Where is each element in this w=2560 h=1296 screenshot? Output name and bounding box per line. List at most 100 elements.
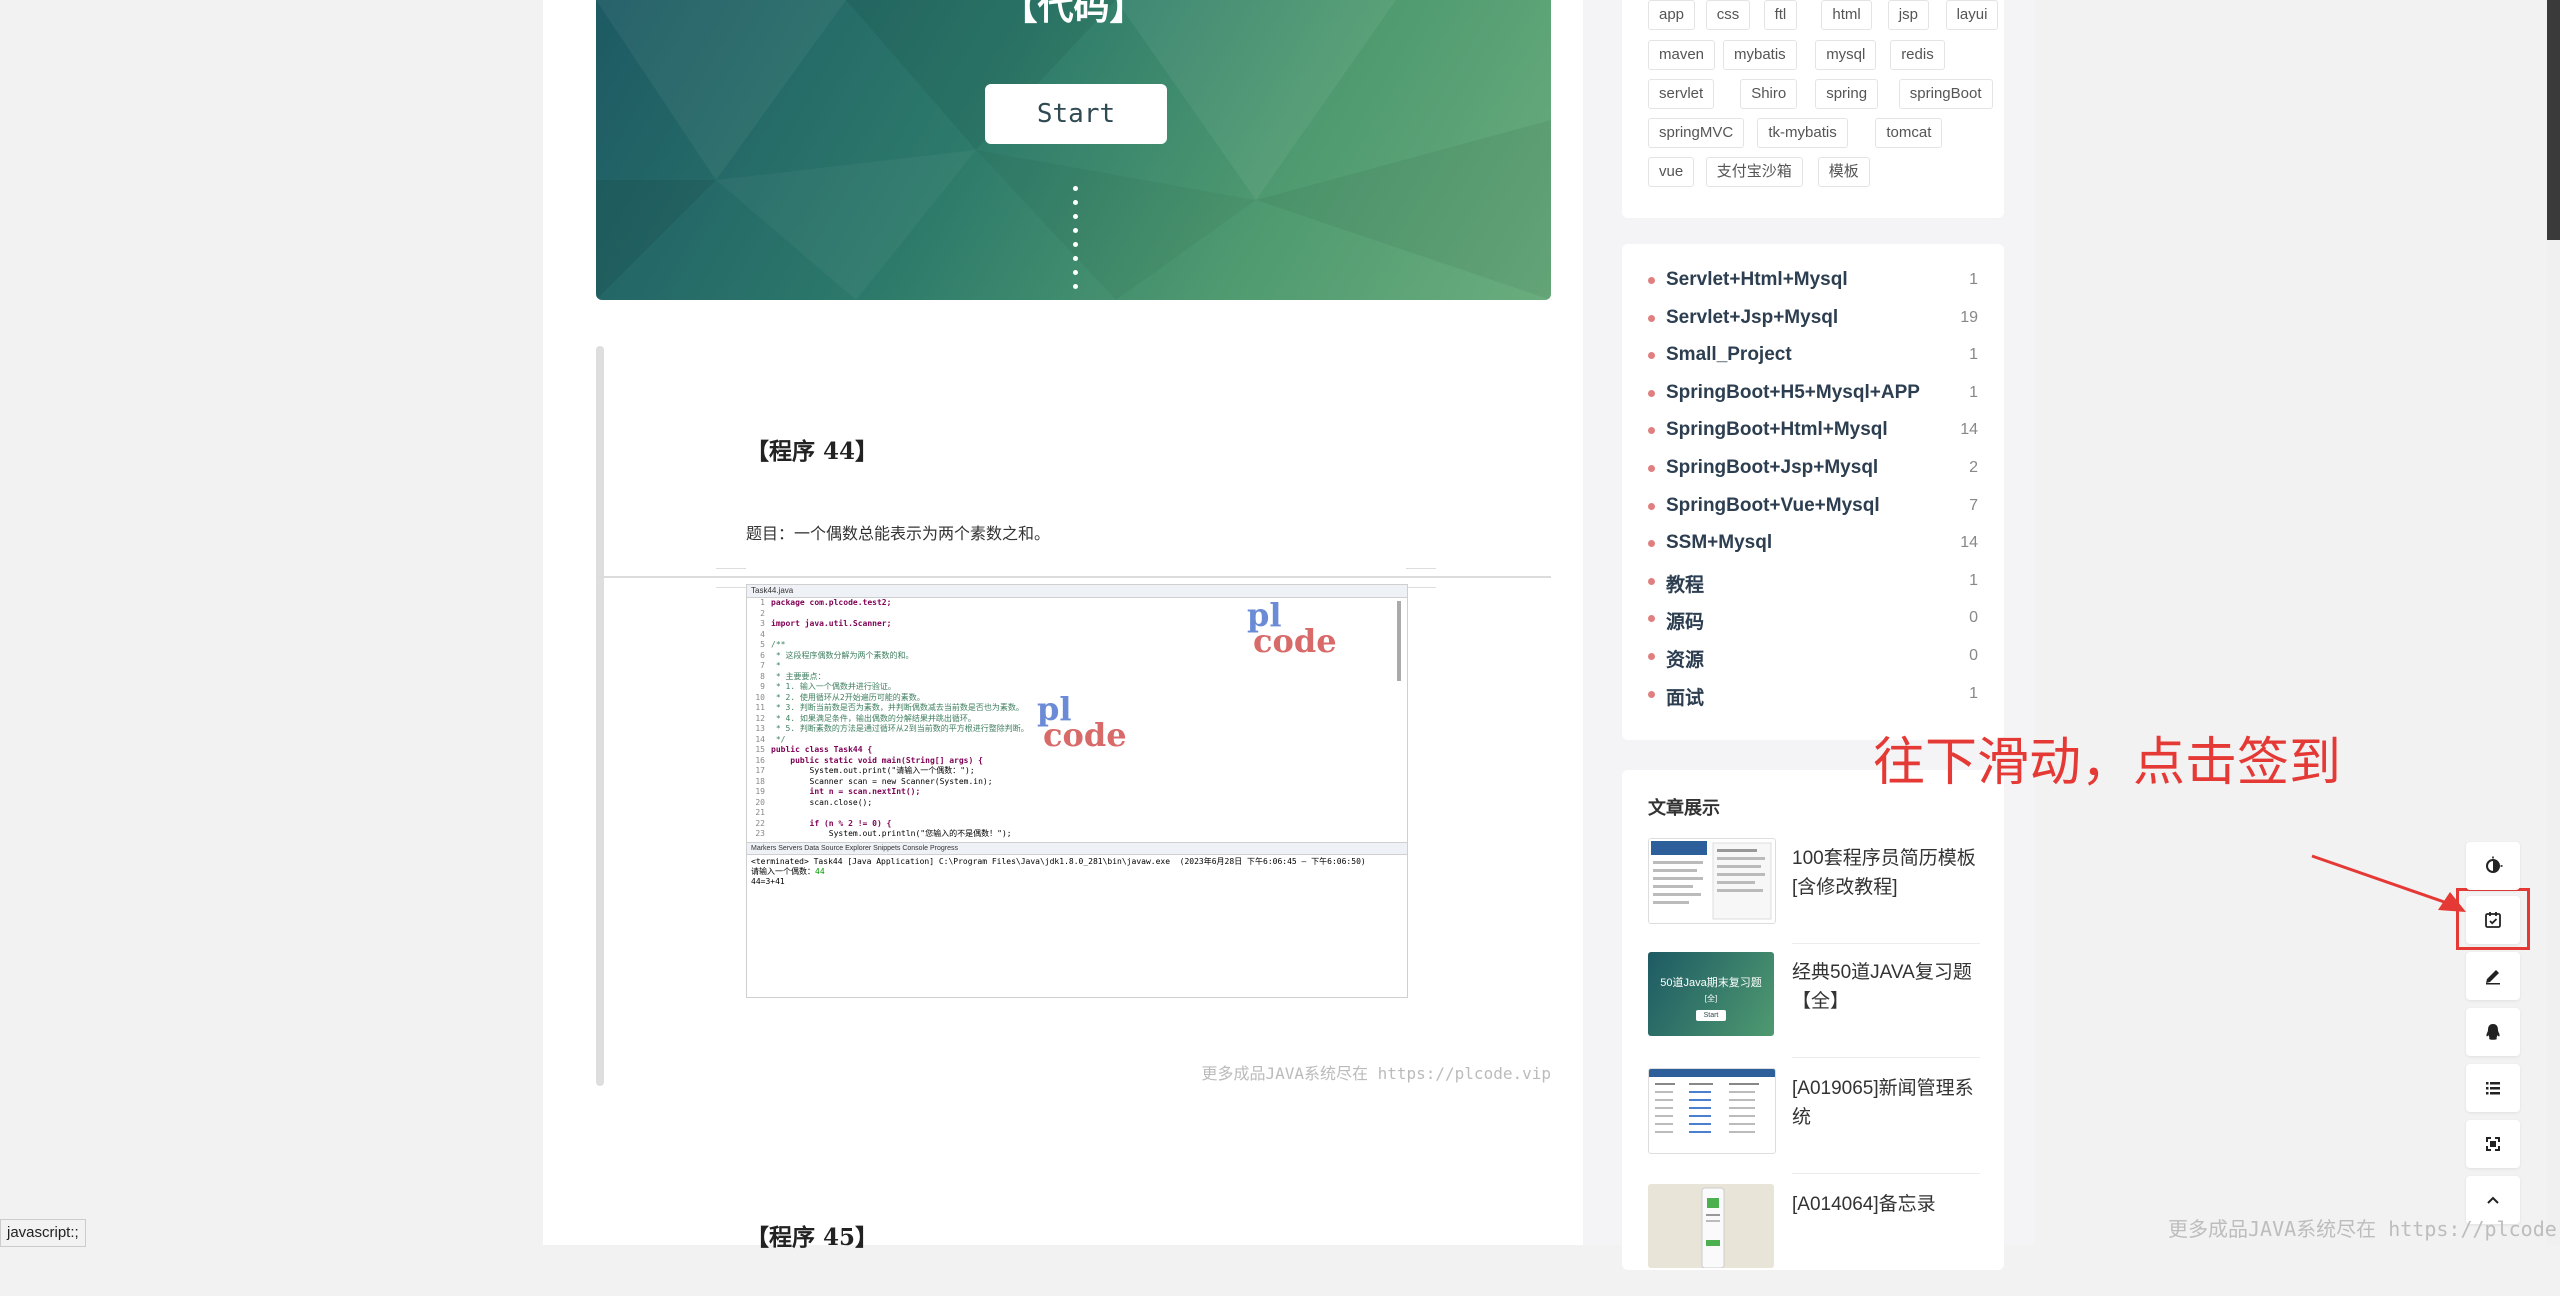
tag-8[interactable]: mysql [1815, 40, 1877, 70]
annotation-text: 往下滑动，点击签到 [1873, 733, 2342, 793]
tag-0[interactable]: app [1648, 0, 1696, 30]
post-title[interactable]: 100套程序员简历模板[含修改教程] [1792, 844, 1982, 902]
tag-5[interactable]: layui [1945, 0, 1999, 30]
category-name[interactable]: 源码 [1666, 607, 1704, 634]
category-count: 19 [1960, 308, 1978, 326]
category-item[interactable]: SpringBoot+Html+Mysql 14 [1648, 414, 1978, 450]
hero-title: 【代码】 [1001, 0, 1146, 27]
category-item[interactable]: SpringBoot+Jsp+Mysql 2 [1648, 452, 1978, 488]
category-name[interactable]: SpringBoot+H5+Mysql+APP [1666, 382, 1920, 404]
post-item[interactable]: 100套程序员简历模板[含修改教程] [1648, 838, 1980, 950]
category-count: 0 [1969, 647, 1978, 664]
tag-10[interactable]: servlet [1648, 79, 1715, 109]
checkin-button[interactable] [2466, 896, 2520, 944]
post-title[interactable]: [A019065]新闻管理系统 [1792, 1074, 1982, 1132]
tag-13[interactable]: springBoot [1898, 79, 1993, 109]
posts-title: 文章展示 [1648, 798, 1720, 818]
code-line: 7 * [760, 661, 781, 670]
category-name[interactable]: 面试 [1666, 683, 1704, 710]
program-title: 【程序 44】 [746, 438, 879, 465]
plcode-watermark: pl code [1247, 596, 1337, 660]
category-item[interactable]: SpringBoot+Vue+Mysql 7 [1648, 490, 1978, 526]
scrollbar-thumb[interactable] [2547, 0, 2560, 240]
page-scrollbar[interactable] [2547, 0, 2560, 1245]
tag-15[interactable]: tk-mybatis [1757, 118, 1848, 148]
browser-status-bar: javascript:; [0, 1219, 86, 1247]
category-name[interactable]: Small_Project [1666, 344, 1792, 366]
category-name[interactable]: Servlet+Jsp+Mysql [1666, 307, 1838, 329]
theme-toggle-icon [2486, 856, 2503, 873]
code-line: 9 * 1. 输入一个偶数并进行验证。 [760, 682, 896, 691]
code-line: 19 int n = scan.nextInt(); [755, 787, 921, 796]
category-item[interactable]: Small_Project 1 [1648, 339, 1978, 375]
category-item[interactable]: Servlet+Jsp+Mysql 19 [1648, 302, 1978, 338]
tag-11[interactable]: Shiro [1740, 79, 1798, 109]
list-button[interactable] [2466, 1064, 2520, 1112]
tag-12[interactable]: spring [1815, 79, 1879, 109]
category-count: 7 [1969, 496, 1978, 514]
tag-17[interactable]: vue [1648, 157, 1695, 187]
featured-posts: 文章展示 100套程序员简历模板[含修改教程] 50道Java期末复习题 [全]… [1622, 770, 2004, 1270]
post-title[interactable]: [A014064]备忘录 [1792, 1190, 1982, 1219]
category-name[interactable]: SpringBoot+Vue+Mysql [1666, 495, 1880, 517]
tag-2[interactable]: ftl [1763, 0, 1798, 30]
tag-9[interactable]: redis [1890, 40, 1945, 70]
tag-3[interactable]: html [1821, 0, 1872, 30]
tag-6[interactable]: maven [1648, 40, 1716, 70]
category-name[interactable]: Servlet+Html+Mysql [1666, 269, 1848, 291]
category-item[interactable]: 教程 1 [1648, 565, 1978, 601]
tag-19[interactable]: 模板 [1817, 157, 1870, 187]
category-item[interactable]: 资源 0 [1648, 640, 1978, 676]
tag-14[interactable]: springMVC [1648, 118, 1745, 148]
category-count: 1 [1969, 271, 1978, 288]
console-output: <terminated> Task44 [Java Application] C… [751, 857, 1366, 886]
category-item[interactable]: 源码 0 [1648, 602, 1978, 638]
tag-1[interactable]: css [1705, 0, 1751, 30]
next-program-title: 【程序 45】 [746, 1224, 879, 1251]
category-count: 14 [1960, 421, 1978, 439]
post-item[interactable]: 50道Java期末复习题 [全] Start 经典50道JAVA复习题【全】 [1648, 952, 1980, 1064]
post-title[interactable]: 经典50道JAVA复习题【全】 [1792, 958, 1982, 1016]
category-dot [1648, 502, 1655, 510]
code-line: 17 System.out.print("请输入一个偶数："); [755, 766, 975, 775]
plcode-watermark: pl code [1037, 690, 1127, 754]
post-thumbnail [1648, 838, 1776, 924]
category-dot [1648, 277, 1655, 284]
category-dot [1648, 465, 1655, 472]
tag-18[interactable]: 支付宝沙箱 [1705, 157, 1803, 187]
post-thumbnail [1648, 1184, 1774, 1268]
category-item[interactable]: 面试 1 [1648, 678, 1978, 714]
blockquote-bar [596, 346, 604, 1086]
category-name[interactable]: SSM+Mysql [1666, 532, 1772, 554]
back-to-top-icon [2487, 1196, 2499, 1204]
post-thumbnail: 50道Java期末复习题 [全] Start [1648, 952, 1774, 1036]
category-count: 1 [1969, 383, 1978, 401]
post-thumbnail [1648, 1068, 1776, 1154]
category-item[interactable]: Servlet+Html+Mysql 1 [1648, 264, 1978, 300]
start-button[interactable]: Start [985, 84, 1167, 144]
category-name[interactable]: 教程 [1666, 570, 1704, 597]
category-item[interactable]: SSM+Mysql 14 [1648, 527, 1978, 563]
post-item[interactable]: [A019065]新闻管理系统 [1648, 1068, 1980, 1180]
category-name[interactable]: SpringBoot+Html+Mysql [1666, 419, 1888, 441]
post-item[interactable]: [A014064]备忘录 [1648, 1184, 1980, 1296]
fullscreen-button[interactable] [2466, 1120, 2520, 1168]
qq-button[interactable] [2466, 1008, 2520, 1056]
category-count: 14 [1960, 534, 1978, 552]
tag-16[interactable]: tomcat [1875, 118, 1943, 148]
bottom-watermark: 更多成品JAVA系统尽在 https://plcode.vip [2168, 1217, 2560, 1241]
category-name[interactable]: 资源 [1666, 645, 1704, 672]
list-icon [2486, 1082, 2500, 1095]
code-line: 22 if (n % 2 != 0) { [755, 818, 892, 828]
category-name[interactable]: SpringBoot+Jsp+Mysql [1666, 457, 1878, 479]
code-screenshot: Task44.java 1 package com.plcode.test2; 2 3… [746, 584, 1408, 998]
edit-icon [2486, 970, 2500, 985]
tag-7[interactable]: mybatis [1723, 40, 1797, 70]
tag-4[interactable]: jsp [1887, 0, 1929, 30]
theme-toggle-button[interactable] [2466, 842, 2520, 890]
category-item[interactable]: SpringBoot+H5+Mysql+APP 1 [1648, 377, 1978, 413]
code-line: 23 System.out.println("您输入的不是偶数！"); [755, 829, 1012, 838]
annotation-arrow [2311, 854, 2466, 912]
code-line: 16 public static void main(String[] args… [755, 755, 983, 765]
edit-button[interactable] [2466, 952, 2520, 1000]
